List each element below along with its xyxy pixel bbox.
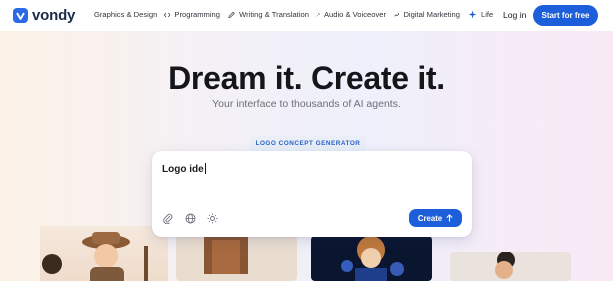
prompt-value: Logo ide bbox=[162, 164, 204, 175]
nav-audio-voiceover[interactable]: Audio & Voiceover bbox=[316, 10, 386, 19]
generator-mode-label[interactable]: LOGO CONCEPT GENERATOR bbox=[250, 136, 366, 151]
example-image bbox=[341, 236, 404, 281]
arrow-up-icon bbox=[446, 214, 453, 222]
example-image bbox=[204, 236, 248, 274]
text-caret bbox=[204, 163, 206, 174]
nav-label: Digital Marketing bbox=[403, 10, 460, 19]
create-label: Create bbox=[417, 213, 443, 223]
microphone-icon bbox=[316, 12, 320, 17]
vondy-logo[interactable]: vondy bbox=[13, 7, 75, 24]
nav-label: Audio & Voiceover bbox=[323, 10, 386, 19]
hero-subtitle: Your interface to thousands of AI agents… bbox=[212, 98, 401, 110]
nav-label: Life bbox=[481, 10, 494, 19]
example-image bbox=[495, 252, 515, 279]
category-nav: Graphics & Design Programming Writing & … bbox=[94, 10, 493, 19]
globe-icon bbox=[185, 213, 195, 223]
nav-label: Programming bbox=[174, 10, 220, 19]
paperclip-icon bbox=[163, 213, 173, 224]
login-link[interactable]: Log in bbox=[503, 10, 526, 20]
trend-icon bbox=[394, 12, 400, 17]
code-icon bbox=[164, 12, 171, 17]
sun-icon bbox=[207, 213, 217, 223]
example-card-explorer[interactable] bbox=[40, 226, 168, 281]
nav-label: Writing & Translation bbox=[239, 10, 309, 19]
pen-icon bbox=[228, 11, 235, 18]
example-card-3[interactable] bbox=[311, 236, 432, 281]
nav-writing-translation[interactable]: Writing & Translation bbox=[228, 10, 309, 19]
example-card-4[interactable] bbox=[450, 252, 571, 281]
example-card-2[interactable] bbox=[176, 236, 297, 281]
nav-graphics-design[interactable]: Graphics & Design bbox=[94, 10, 157, 19]
prompt-panel: Logo ide Create bbox=[152, 151, 472, 237]
sparkle-icon bbox=[468, 10, 477, 19]
brand-name: vondy bbox=[32, 7, 76, 24]
create-button[interactable]: Create bbox=[409, 209, 462, 227]
top-header: vondy Graphics & Design Programming Writ… bbox=[0, 0, 613, 31]
web-search-button[interactable] bbox=[184, 212, 196, 224]
nav-digital-marketing[interactable]: Digital Marketing bbox=[394, 10, 460, 19]
ideas-button[interactable] bbox=[206, 212, 218, 224]
vondy-logo-icon bbox=[13, 8, 28, 23]
start-for-free-button[interactable]: Start for free bbox=[533, 5, 598, 26]
prompt-input[interactable]: Logo ide bbox=[162, 163, 206, 175]
nav-life[interactable]: Life bbox=[468, 10, 493, 19]
explorer-character-image bbox=[42, 232, 148, 281]
hero-title: Dream it. Create it. bbox=[168, 60, 445, 96]
nav-programming[interactable]: Programming bbox=[164, 10, 220, 19]
attach-button[interactable] bbox=[162, 212, 174, 224]
nav-label: Graphics & Design bbox=[94, 10, 158, 19]
